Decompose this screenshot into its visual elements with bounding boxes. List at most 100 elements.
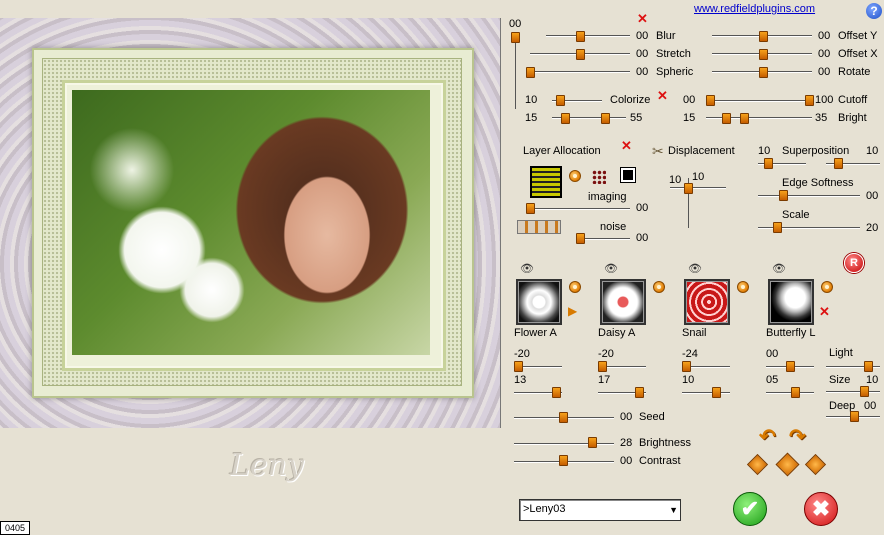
dice-left-icon[interactable] (746, 453, 769, 476)
displacement-h-track[interactable] (670, 187, 726, 189)
website-link[interactable]: www.redfieldplugins.com (694, 3, 815, 15)
noise-swatch[interactable] (517, 220, 561, 234)
play-icon[interactable]: ▶ (568, 304, 577, 318)
eye-icon-flower[interactable]: 👁 (520, 262, 534, 275)
noise-slider-knob[interactable] (576, 233, 585, 244)
shape-butterfly-bottom-track[interactable] (766, 392, 814, 394)
noise-label: noise (600, 221, 627, 233)
size-label: Size (829, 374, 851, 386)
shape-x-icon[interactable]: ✕ (819, 305, 830, 318)
colorize-x-icon[interactable]: ✕ (657, 89, 668, 102)
shape-flower-cycle-icon[interactable] (569, 281, 581, 293)
shape-daisy-top-knob[interactable] (598, 361, 607, 372)
layer-black-icon[interactable] (620, 167, 636, 183)
blur-slider-track[interactable] (546, 35, 630, 37)
scale-knob[interactable] (773, 222, 782, 233)
vertical-slider-track[interactable] (515, 33, 516, 109)
vertical-slider-knob[interactable] (511, 32, 520, 43)
seed-knob[interactable] (559, 412, 568, 423)
shape-daisy-bottom-value: 17 (598, 374, 611, 386)
contrast-knob[interactable] (559, 455, 568, 466)
displacement-knob[interactable] (684, 183, 693, 194)
eye-icon-butterfly[interactable]: 👁 (772, 262, 786, 275)
layer-selector[interactable] (530, 166, 562, 198)
cutoff-knob-right[interactable] (805, 95, 814, 106)
spheric-value: 00 (636, 66, 649, 78)
superposition-left-knob[interactable] (764, 158, 773, 169)
rotate-slider-knob[interactable] (759, 67, 768, 78)
eye-icon-snail[interactable]: 👁 (688, 262, 702, 275)
size-knob[interactable] (860, 386, 869, 397)
deep-knob[interactable] (850, 411, 859, 422)
bright-knob-left[interactable] (722, 113, 731, 124)
colorize-slider-knob[interactable] (556, 95, 565, 106)
superposition-v2: 10 (866, 145, 879, 157)
displacement-label: Displacement (668, 145, 735, 157)
shape-flower-bottom-value: 13 (514, 374, 527, 386)
shape-butterfly-top-knob[interactable] (786, 361, 795, 372)
ok-button[interactable]: ✔ (733, 492, 767, 526)
colorize-label: Colorize (610, 94, 651, 106)
shape-daisy-bottom-knob[interactable] (635, 387, 644, 398)
scissors-icon[interactable]: ✂ (652, 143, 664, 160)
edge-softness-knob[interactable] (779, 190, 788, 201)
spheric-slider-track[interactable] (526, 71, 630, 73)
dice-center-icon[interactable] (775, 452, 800, 477)
redo-arrow-icon[interactable]: ↷ (789, 424, 806, 449)
dice-right-icon[interactable] (804, 453, 827, 476)
undo-arrow-icon[interactable]: ↶ (759, 424, 776, 449)
shape-snail-top-knob[interactable] (682, 361, 691, 372)
layer-x-icon[interactable]: ✕ (621, 139, 632, 152)
superposition-v1: 10 (758, 145, 771, 157)
size-track[interactable] (826, 391, 880, 393)
imaging-slider-track[interactable] (526, 208, 630, 210)
shape-snail-cycle-icon[interactable] (737, 281, 749, 293)
shape-snail-bottom-knob[interactable] (712, 387, 721, 398)
spheric-slider-knob[interactable] (526, 67, 535, 78)
shape-daisy-thumb[interactable] (600, 279, 646, 325)
colorize-min-value: 10 (525, 94, 538, 106)
rotate-label: Rotate (838, 66, 871, 78)
signature-watermark: Leny (230, 448, 304, 483)
brightness-track[interactable] (514, 443, 614, 445)
offset-y-slider-knob[interactable] (759, 31, 768, 42)
shape-butterfly-bottom-knob[interactable] (791, 387, 800, 398)
bright-label: Bright (838, 112, 867, 124)
shape-butterfly-top-value: 00 (766, 348, 779, 360)
edge-softness-track[interactable] (758, 195, 860, 197)
imaging-slider-knob[interactable] (526, 203, 535, 214)
help-button[interactable]: ? (866, 3, 882, 19)
bright-knob-right[interactable] (740, 113, 749, 124)
shape-butterfly-cycle-icon[interactable] (821, 281, 833, 293)
light-knob[interactable] (864, 361, 873, 372)
shape-flower-top-knob[interactable] (514, 361, 523, 372)
shape-snail-label: Snail (682, 327, 707, 339)
offset-x-slider-knob[interactable] (759, 49, 768, 60)
shape-daisy-cycle-icon[interactable] (653, 281, 665, 293)
cancel-button[interactable]: ✖ (804, 492, 838, 526)
blur-slider-knob[interactable] (576, 31, 585, 42)
stretch-slider-knob[interactable] (576, 49, 585, 60)
offset-y-value: 00 (818, 30, 831, 42)
brightness-value: 28 (620, 437, 633, 449)
reset-button[interactable]: R (844, 253, 864, 273)
layer-cycle-icon[interactable] (569, 170, 581, 182)
cutoff-knob-left[interactable] (706, 95, 715, 106)
eye-icon-daisy[interactable]: 👁 (604, 262, 618, 275)
shape-snail-bottom-track[interactable] (682, 392, 730, 394)
shape-snail-thumb[interactable] (684, 279, 730, 325)
imaging-value: 00 (636, 202, 649, 214)
reset-x-icon[interactable]: ✕ (637, 12, 648, 25)
cutoff-slider-track[interactable] (706, 100, 812, 102)
chevron-down-icon[interactable]: ▼ (669, 505, 678, 515)
shape-butterfly-thumb[interactable] (768, 279, 814, 325)
layer-dots-icon[interactable] (592, 170, 606, 184)
shape-flower-bottom-knob[interactable] (552, 387, 561, 398)
superposition-right-knob[interactable] (834, 158, 843, 169)
edge-softness-value: 00 (866, 190, 879, 202)
colorize-range-knob-left[interactable] (561, 113, 570, 124)
shape-flower-thumb[interactable] (516, 279, 562, 325)
preset-dropdown[interactable]: >Leny03 ▼ (519, 499, 681, 521)
colorize-range-knob-right[interactable] (601, 113, 610, 124)
brightness-knob[interactable] (588, 437, 597, 448)
